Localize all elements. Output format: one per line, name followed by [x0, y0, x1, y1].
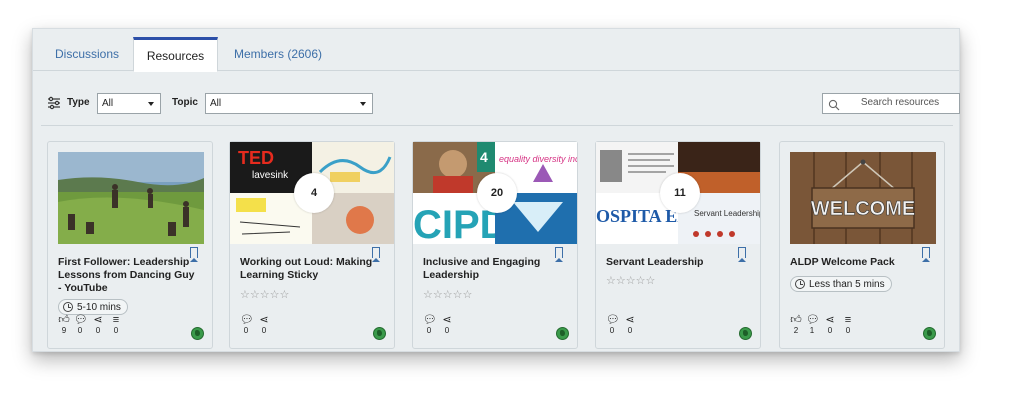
comment-icon: 💬︎ [240, 314, 254, 326]
comment-count: 0 [426, 326, 432, 335]
servant-thumb-text: Servant Leadership [694, 209, 760, 218]
filter-bar: Type All Topic All [47, 93, 960, 115]
share-icon: ⋖ [93, 314, 103, 326]
add-stat[interactable]: ≡ 0 [842, 314, 854, 336]
chevron-down-icon [360, 102, 366, 106]
duration-badge: Less than 5 mins [790, 276, 892, 292]
topic-label: Topic [172, 97, 198, 108]
like-count: 9 [61, 326, 67, 335]
sliders-icon[interactable] [47, 96, 61, 110]
globe-icon [739, 327, 752, 340]
add-to-list-icon: ≡ [112, 314, 120, 326]
type-label: Type [67, 97, 90, 108]
star-rating[interactable]: ☆☆☆☆☆ [240, 288, 289, 301]
add-count: 0 [845, 326, 851, 335]
globe-icon [556, 327, 569, 340]
collection-count-badge: 11 [660, 173, 700, 213]
star-rating[interactable]: ☆☆☆☆☆ [606, 274, 655, 287]
like-stat[interactable]: 👍︎ 9 [58, 314, 70, 336]
search-input[interactable] [845, 97, 955, 108]
resource-card[interactable]: TED lavesink 4 Working out Loud: Making … [229, 141, 395, 349]
add-count: 0 [113, 326, 119, 335]
search-icon [828, 98, 840, 111]
clock-icon [63, 302, 73, 312]
share-count: 0 [261, 326, 267, 335]
resource-title[interactable]: Inclusive and Engaging Leadership [423, 256, 561, 282]
add-stat[interactable]: ≡ 0 [110, 314, 122, 336]
share-stat[interactable]: ⋖ 0 [824, 314, 836, 336]
duration-badge: 5-10 mins [58, 299, 128, 315]
resource-card[interactable]: equality diversity inclusion 4 CIPD 20 I… [412, 141, 578, 349]
share-icon: ⋖ [625, 314, 635, 326]
comment-count: 0 [243, 326, 249, 335]
like-stat[interactable]: 👍︎ 2 [790, 314, 802, 336]
thumbs-up-icon: 👍︎ [58, 314, 70, 326]
comment-stat[interactable]: 💬︎ 1 [806, 314, 820, 336]
share-stat[interactable]: ⋖ 0 [92, 314, 104, 336]
share-icon: ⋖ [442, 314, 452, 326]
comment-stat[interactable]: 💬︎ 0 [74, 314, 88, 336]
welcome-sign-text: WELCOME [811, 198, 915, 220]
search-box[interactable] [822, 93, 960, 114]
tab-bar: Discussions Resources Members (2606) [33, 37, 959, 72]
tab-members[interactable]: Members (2606) [223, 37, 333, 71]
comment-count: 0 [77, 326, 83, 335]
comment-stat[interactable]: 💬︎ 0 [240, 314, 254, 336]
resource-title[interactable]: ALDP Welcome Pack [790, 256, 928, 269]
share-count: 0 [444, 326, 450, 335]
share-count: 0 [827, 326, 833, 335]
collection-count-badge: 4 [294, 173, 334, 213]
share-stat[interactable]: ⋖ 0 [441, 314, 453, 336]
star-rating[interactable]: ☆☆☆☆☆ [423, 288, 472, 301]
comment-stat[interactable]: 💬︎ 0 [423, 314, 437, 336]
share-count: 0 [627, 326, 633, 335]
resource-card[interactable]: WELCOME ALDP Welcome Pack Less than 5 mi… [779, 141, 945, 349]
share-icon: ⋖ [825, 314, 835, 326]
resources-panel: Discussions Resources Members (2606) Typ… [32, 28, 960, 352]
comment-count: 0 [609, 326, 615, 335]
equality-text: equality diversity inclusion [499, 154, 577, 164]
globe-icon [373, 327, 386, 340]
type-select-value: All [102, 98, 114, 109]
ted-sub-text: lavesink [252, 170, 289, 181]
like-count: 2 [793, 326, 799, 335]
tab-resources[interactable]: Resources [133, 37, 218, 72]
resource-card[interactable]: OSPITA EDICIN Servant Leadership 11 Serv… [595, 141, 761, 349]
comment-icon: 💬︎ [606, 314, 620, 326]
comment-stat[interactable]: 💬︎ 0 [606, 314, 620, 336]
comment-icon: 💬︎ [806, 314, 820, 326]
collection-count-badge: 20 [477, 173, 517, 213]
comment-count: 1 [809, 326, 815, 335]
share-stat[interactable]: ⋖ 0 [258, 314, 270, 336]
resource-thumbnail[interactable]: WELCOME [790, 152, 936, 244]
share-count: 0 [95, 326, 101, 335]
divider [41, 125, 953, 126]
type-select[interactable]: All [97, 93, 161, 114]
resource-title[interactable]: Working out Loud: Making Learning Sticky [240, 256, 378, 282]
resource-card[interactable]: First Follower: Leadership Lessons from … [47, 141, 213, 349]
resource-title[interactable]: First Follower: Leadership Lessons from … [58, 256, 196, 295]
share-icon: ⋖ [259, 314, 269, 326]
tab-discussions[interactable]: Discussions [41, 37, 133, 71]
channel4-logo: 4 [480, 149, 488, 165]
thumbs-up-icon: 👍︎ [790, 314, 802, 326]
share-stat[interactable]: ⋖ 0 [624, 314, 636, 336]
chevron-down-icon [148, 102, 154, 106]
video-thumbnail[interactable] [58, 152, 204, 244]
resource-title[interactable]: Servant Leadership [606, 256, 744, 269]
globe-icon [923, 327, 936, 340]
topic-select-value: All [210, 98, 222, 109]
duration-text: Less than 5 mins [809, 279, 885, 290]
comment-icon: 💬︎ [423, 314, 437, 326]
clock-icon [795, 279, 805, 289]
duration-text: 5-10 mins [77, 302, 121, 313]
add-to-list-icon: ≡ [844, 314, 852, 326]
topic-select[interactable]: All [205, 93, 373, 114]
ted-logo-text: TED [238, 148, 274, 168]
comment-icon: 💬︎ [74, 314, 88, 326]
globe-icon [191, 327, 204, 340]
